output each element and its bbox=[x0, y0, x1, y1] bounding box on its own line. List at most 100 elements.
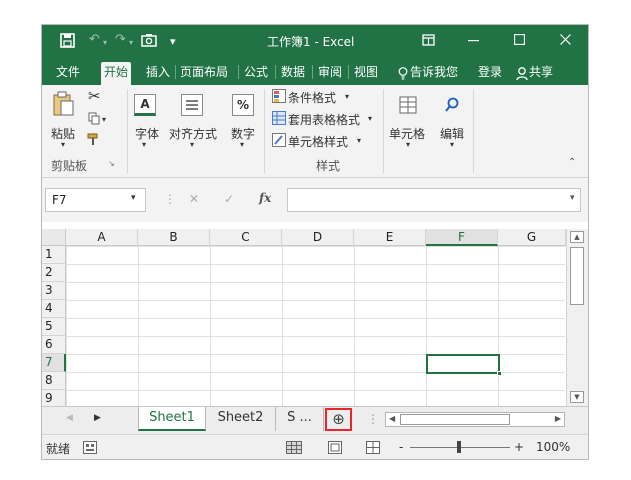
number-dropdown-icon[interactable]: ▾ bbox=[240, 140, 244, 149]
row-header-8[interactable]: 8 bbox=[42, 372, 66, 390]
row-header-1[interactable]: 1 bbox=[42, 246, 66, 264]
horizontal-scroll-thumb[interactable] bbox=[400, 414, 510, 425]
new-sheet-button[interactable]: ⊕ bbox=[325, 408, 352, 431]
sign-in-link[interactable]: 登录 bbox=[475, 62, 505, 85]
tell-me-box[interactable]: 告诉我您 bbox=[407, 62, 461, 85]
column-header-e[interactable]: E bbox=[354, 229, 426, 246]
minimize-icon[interactable] bbox=[468, 40, 479, 42]
sheet-tab-sheet2[interactable]: Sheet2 bbox=[206, 407, 276, 431]
cut-icon[interactable]: ✂ bbox=[88, 87, 101, 105]
macro-record-icon[interactable] bbox=[83, 441, 97, 454]
tab-splitter-icon[interactable]: ⋮ bbox=[367, 412, 379, 426]
share-button[interactable]: 共享 bbox=[526, 62, 556, 85]
conditional-formatting-icon[interactable] bbox=[272, 89, 286, 103]
tab-page-layout[interactable]: 页面布局 bbox=[177, 62, 231, 85]
vertical-scrollbar[interactable]: ▲ ▼ bbox=[566, 229, 588, 406]
vertical-scroll-thumb[interactable] bbox=[570, 247, 584, 305]
normal-view-icon[interactable] bbox=[286, 441, 302, 454]
clipboard-launcher-icon[interactable]: ↘ bbox=[108, 159, 115, 168]
scroll-up-icon[interactable]: ▲ bbox=[570, 231, 584, 243]
formula-input[interactable] bbox=[287, 188, 581, 212]
customize-icon[interactable]: ▾ bbox=[170, 34, 176, 50]
conditional-formatting-dropdown-icon[interactable]: ▾ bbox=[345, 92, 349, 101]
zoom-in-button[interactable]: + bbox=[514, 440, 524, 454]
column-header-b[interactable]: B bbox=[138, 229, 210, 246]
font-dropdown-icon[interactable]: ▾ bbox=[142, 140, 146, 149]
excel-window: ↶ ▾ ↷ ▾ ▾ 工作簿1 - Excel 文件 开始 插入 页面布局 公式 … bbox=[41, 24, 589, 460]
maximize-icon[interactable] bbox=[514, 34, 525, 45]
row-header-5[interactable]: 5 bbox=[42, 318, 66, 336]
ribbon-display-icon[interactable] bbox=[422, 34, 435, 46]
row-header-7[interactable]: 7 bbox=[42, 354, 66, 372]
collapse-ribbon-icon[interactable]: ⌃ bbox=[568, 157, 576, 168]
close-icon[interactable] bbox=[560, 34, 571, 45]
column-header-g[interactable]: G bbox=[498, 229, 566, 246]
name-box-dropdown-icon[interactable]: ▾ bbox=[131, 193, 136, 203]
sheet-tab-more[interactable]: S ... bbox=[276, 407, 324, 431]
redo-icon[interactable]: ↷ bbox=[115, 32, 126, 48]
title-bar: ↶ ▾ ↷ ▾ ▾ 工作簿1 - Excel bbox=[42, 25, 588, 57]
page-break-view-icon[interactable] bbox=[366, 441, 380, 454]
row-header-3[interactable]: 3 bbox=[42, 282, 66, 300]
row-header-9[interactable]: 9 bbox=[42, 390, 66, 406]
select-all-button[interactable] bbox=[42, 229, 66, 246]
format-as-table-dropdown-icon[interactable]: ▾ bbox=[368, 114, 372, 123]
horizontal-scrollbar[interactable]: ◀ ▶ bbox=[385, 412, 565, 427]
alignment-dropdown-icon[interactable]: ▾ bbox=[190, 140, 194, 149]
save-icon[interactable] bbox=[60, 33, 75, 48]
tab-data[interactable]: 数据 bbox=[278, 62, 308, 85]
undo-dropdown-icon[interactable]: ▾ bbox=[103, 35, 107, 51]
editing-dropdown-icon[interactable]: ▾ bbox=[450, 140, 454, 149]
camera-icon[interactable] bbox=[141, 33, 157, 47]
tab-home[interactable]: 开始 bbox=[101, 62, 132, 85]
sheet-tab-sheet1[interactable]: Sheet1 bbox=[138, 407, 206, 431]
tab-view[interactable]: 视图 bbox=[351, 62, 381, 85]
zoom-level[interactable]: 100% bbox=[536, 440, 570, 454]
fill-handle[interactable] bbox=[497, 371, 502, 376]
worksheet-grid: A B C D E F G 1 2 3 4 5 6 7 8 9 ▲ ▼ bbox=[42, 222, 588, 406]
cell-styles-icon[interactable] bbox=[272, 133, 286, 147]
tab-file[interactable]: 文件 bbox=[53, 62, 83, 85]
paste-icon[interactable] bbox=[52, 91, 74, 117]
cell-area[interactable] bbox=[66, 246, 565, 406]
font-icon: A bbox=[134, 94, 156, 116]
cell-styles-dropdown-icon[interactable]: ▾ bbox=[357, 136, 361, 145]
zoom-out-button[interactable]: - bbox=[399, 440, 403, 454]
expand-formula-bar-icon[interactable]: ▾ bbox=[570, 193, 575, 203]
hscroll-right-icon[interactable]: ▶ bbox=[555, 414, 561, 423]
tab-scroll-left-icon[interactable]: ◀ bbox=[66, 413, 73, 423]
copy-icon[interactable] bbox=[88, 112, 100, 125]
column-header-f[interactable]: F bbox=[426, 229, 498, 246]
column-header-c[interactable]: C bbox=[210, 229, 282, 246]
redo-dropdown-icon[interactable]: ▾ bbox=[129, 35, 133, 51]
format-painter-icon[interactable] bbox=[87, 133, 101, 147]
paste-dropdown-icon[interactable]: ▾ bbox=[61, 140, 65, 149]
tab-formulas[interactable]: 公式 bbox=[241, 62, 271, 85]
row-header-4[interactable]: 4 bbox=[42, 300, 66, 318]
font-button[interactable]: 字体 bbox=[135, 125, 159, 142]
row-header-6[interactable]: 6 bbox=[42, 336, 66, 354]
alignment-icon bbox=[181, 94, 203, 116]
cancel-entry-button[interactable]: ✕ bbox=[189, 192, 199, 206]
tab-review[interactable]: 审阅 bbox=[315, 62, 345, 85]
cell-styles-button[interactable]: 单元格样式 bbox=[288, 133, 348, 150]
format-as-table-icon[interactable] bbox=[272, 111, 286, 125]
confirm-entry-button[interactable]: ✓ bbox=[224, 192, 234, 206]
column-header-d[interactable]: D bbox=[282, 229, 354, 246]
row-header-2[interactable]: 2 bbox=[42, 264, 66, 282]
active-cell-f7[interactable] bbox=[426, 354, 502, 376]
cells-dropdown-icon[interactable]: ▾ bbox=[406, 140, 410, 149]
copy-dropdown-icon[interactable]: ▾ bbox=[102, 115, 106, 124]
zoom-slider-thumb[interactable] bbox=[457, 441, 461, 453]
insert-function-button[interactable]: fx bbox=[259, 191, 271, 205]
column-header-a[interactable]: A bbox=[66, 229, 138, 246]
ribbon: 粘贴 ▾ ✂ ▾ 剪贴板 ↘ A 字体 ▾ 对齐方式 ▾ % 数字 ▾ 条件格式… bbox=[42, 85, 588, 178]
page-layout-view-icon[interactable] bbox=[328, 441, 342, 454]
scroll-down-icon[interactable]: ▼ bbox=[570, 391, 584, 403]
conditional-formatting-button[interactable]: 条件格式 bbox=[288, 89, 336, 106]
hscroll-left-icon[interactable]: ◀ bbox=[389, 414, 395, 423]
tab-scroll-right-icon[interactable]: ▶ bbox=[94, 413, 101, 423]
tab-insert[interactable]: 插入 bbox=[143, 62, 173, 85]
undo-icon[interactable]: ↶ bbox=[89, 32, 100, 48]
format-as-table-button[interactable]: 套用表格格式 bbox=[288, 111, 360, 128]
